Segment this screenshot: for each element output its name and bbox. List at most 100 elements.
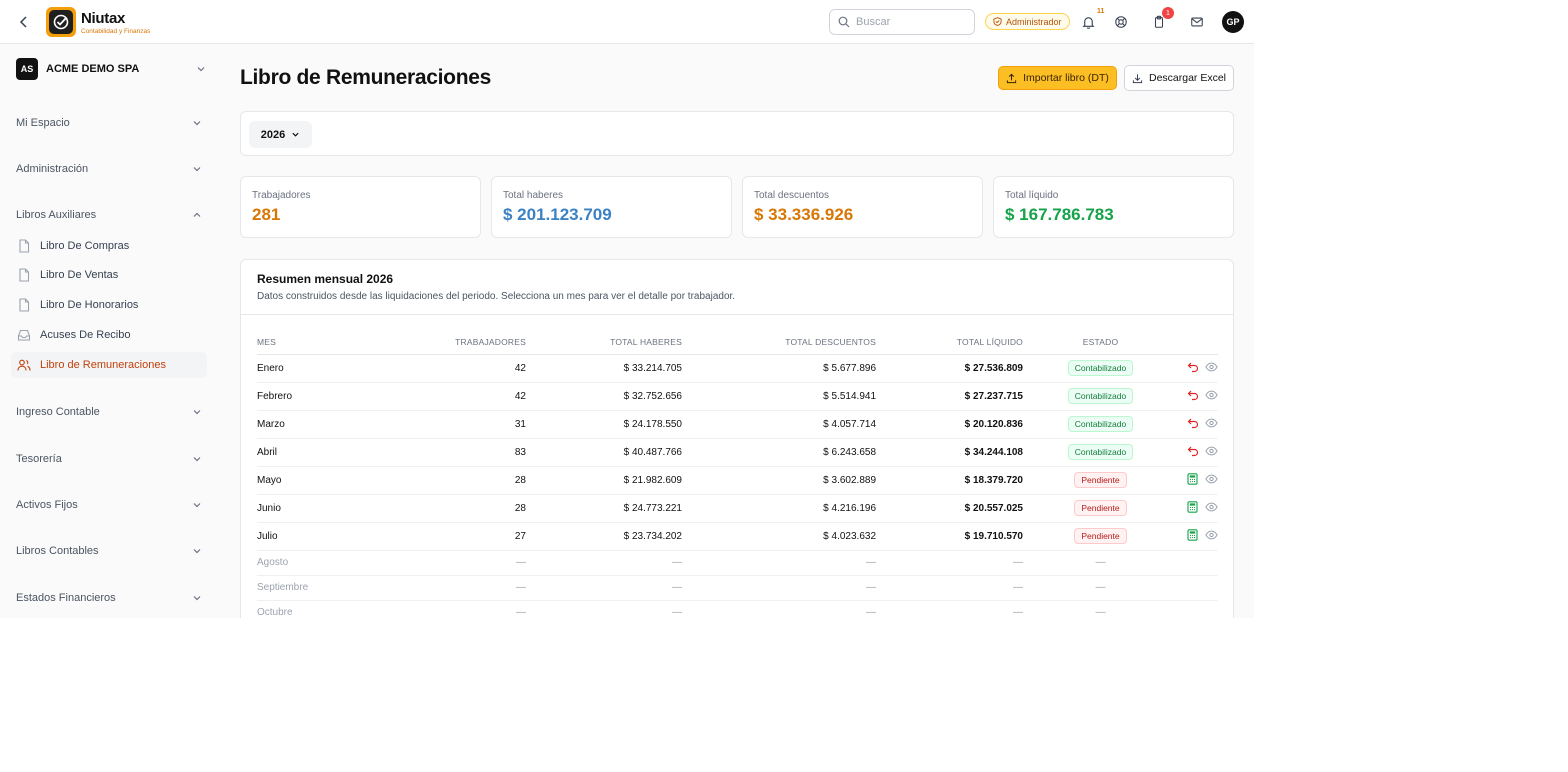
cell-empty: — xyxy=(682,600,876,618)
sidebar-item-libro-de-remuneraciones[interactable]: Libro de Remuneraciones xyxy=(11,352,207,378)
cell-trabajadores: 28 xyxy=(377,494,526,523)
cell-trabajadores: 31 xyxy=(377,410,526,439)
column-header-total-descuentos[interactable]: TOTAL DESCUENTOS xyxy=(682,330,876,355)
status-badge: Contabilizado xyxy=(1067,388,1134,404)
column-header-trabajadores[interactable]: TRABAJADORES xyxy=(377,330,526,355)
cell-total-liquido: $ 19.710.570 xyxy=(876,522,1023,551)
cell-total-haberes: $ 32.752.656 xyxy=(526,382,682,411)
column-header-mes[interactable]: MES xyxy=(257,330,377,355)
table-row[interactable]: Febrero 42 $ 32.752.656 $ 5.514.941 $ 27.237… xyxy=(257,382,1218,411)
eye-icon[interactable] xyxy=(1205,444,1218,457)
table-row-empty[interactable]: Agosto — — — — — xyxy=(257,550,1218,576)
user-avatar[interactable]: GP xyxy=(1222,11,1244,33)
nav-section-activos-fijos[interactable]: Activos Fijos xyxy=(16,495,202,515)
cell-empty: — xyxy=(377,600,526,618)
nav-section-label: Estados Financieros xyxy=(16,592,116,604)
table-row-empty[interactable]: Octubre — — — — — xyxy=(257,600,1218,618)
company-selector[interactable]: AS ACME DEMO SPA xyxy=(16,57,206,81)
column-header-total-haberes[interactable]: TOTAL HABERES xyxy=(526,330,682,355)
status-badge: Contabilizado xyxy=(1067,416,1134,432)
cell-actions xyxy=(1178,410,1218,439)
cell-empty: — xyxy=(526,550,682,576)
back-button[interactable] xyxy=(14,12,34,32)
chevron-left-icon xyxy=(19,16,27,28)
nav-section-administracion[interactable]: Administración xyxy=(16,159,202,179)
revert-icon[interactable] xyxy=(1186,388,1199,401)
table-row[interactable]: Julio 27 $ 23.734.202 $ 4.023.632 $ 19.710.5… xyxy=(257,522,1218,551)
cell-mes: Septiembre xyxy=(257,575,377,601)
table-row[interactable]: Abril 83 $ 40.487.766 $ 6.243.658 $ 34.244.1… xyxy=(257,438,1218,467)
cell-estado: Pendiente xyxy=(1023,466,1178,495)
nav-section-label: Mi Espacio xyxy=(16,117,70,129)
kpi-label: Total haberes xyxy=(503,190,564,201)
column-header-estado[interactable]: ESTADO xyxy=(1023,330,1178,355)
nav-section-label: Libros Auxiliares xyxy=(16,209,97,221)
summary-title: Resumen mensual 2026 xyxy=(257,272,394,286)
role-badge: Administrador xyxy=(985,13,1070,30)
cell-mes: Agosto xyxy=(257,550,377,576)
cell-empty: — xyxy=(876,600,1023,618)
year-select[interactable]: 2026 xyxy=(249,121,312,148)
download-excel-button[interactable]: Descargar Excel xyxy=(1124,65,1234,91)
nav-section-estados-financieros[interactable]: Estados Financieros xyxy=(16,588,202,608)
eye-icon[interactable] xyxy=(1205,416,1218,429)
eye-icon[interactable] xyxy=(1205,528,1218,541)
status-badge: Pendiente xyxy=(1074,500,1127,516)
cell-total-descuentos: $ 6.243.658 xyxy=(682,438,876,467)
search-input[interactable] xyxy=(856,16,966,28)
notifications-button[interactable] xyxy=(1078,12,1098,32)
cell-trabajadores: 42 xyxy=(377,354,526,383)
revert-icon[interactable] xyxy=(1186,444,1199,457)
eye-icon[interactable] xyxy=(1205,500,1218,513)
status-badge: Pendiente xyxy=(1074,472,1127,488)
brand-logo[interactable] xyxy=(46,7,76,37)
nav-section-label: Ingreso Contable xyxy=(16,406,100,418)
kpi-value: $ 201.123.709 xyxy=(503,205,612,224)
cell-actions xyxy=(1178,494,1218,523)
cell-estado: Pendiente xyxy=(1023,522,1178,551)
cell-actions xyxy=(1178,600,1218,618)
cell-empty: — xyxy=(1023,550,1178,576)
nav-section-libros-auxiliares[interactable]: Libros Auxiliares xyxy=(16,205,202,225)
nav-section-libros-contables[interactable]: Libros Contables xyxy=(16,541,202,561)
chevron-down-icon xyxy=(193,167,201,172)
revert-icon[interactable] xyxy=(1186,360,1199,373)
sidebar-item-libro-de-ventas[interactable]: Libro De Ventas xyxy=(11,262,207,288)
import-book-button[interactable]: Importar libro (DT) xyxy=(998,66,1117,90)
download-excel-label: Descargar Excel xyxy=(1148,72,1227,84)
sidebar-item-label: Acuses De Recibo xyxy=(40,329,131,341)
calculator-icon[interactable] xyxy=(1186,500,1199,513)
cell-empty: — xyxy=(682,575,876,601)
eye-icon[interactable] xyxy=(1205,388,1218,401)
messages-button[interactable] xyxy=(1187,12,1207,32)
table-row[interactable]: Junio 28 $ 24.773.221 $ 4.216.196 $ 20.557.0… xyxy=(257,494,1218,523)
search-box[interactable] xyxy=(829,9,975,35)
eye-icon[interactable] xyxy=(1205,472,1218,485)
kpi-value: 281 xyxy=(252,205,281,224)
kpi-value: $ 167.786.783 xyxy=(1005,205,1114,224)
nav-section-ingreso-contable[interactable]: Ingreso Contable xyxy=(16,402,202,422)
tasks-count: 1 xyxy=(1162,7,1174,19)
eye-icon[interactable] xyxy=(1205,360,1218,373)
sidebar-item-libro-de-compras[interactable]: Libro De Compras xyxy=(11,233,207,259)
nav-section-tesoreria[interactable]: Tesorería xyxy=(16,449,202,469)
page-title: Libro de Remuneraciones xyxy=(240,66,491,89)
table-row[interactable]: Marzo 31 $ 24.178.550 $ 4.057.714 $ 20.120.8… xyxy=(257,410,1218,439)
revert-icon[interactable] xyxy=(1186,416,1199,429)
sidebar-item-acuses-de-recibo[interactable]: Acuses De Recibo xyxy=(11,322,207,348)
table-row[interactable]: Enero 42 $ 33.214.705 $ 5.677.896 $ 27.536.8… xyxy=(257,354,1218,383)
table-body: Enero 42 $ 33.214.705 $ 5.677.896 $ 27.536.8… xyxy=(257,354,1218,618)
kpi-label: Total líquido xyxy=(1005,190,1059,201)
nav-section-mi-espacio[interactable]: Mi Espacio xyxy=(16,113,202,133)
calculator-icon[interactable] xyxy=(1186,528,1199,541)
cell-mes: Enero xyxy=(257,354,377,383)
cell-mes: Julio xyxy=(257,522,377,551)
cell-empty: — xyxy=(526,575,682,601)
table-row-empty[interactable]: Septiembre — — — — — xyxy=(257,575,1218,601)
table-row[interactable]: Mayo 28 $ 21.982.609 $ 3.602.889 $ 18.379.72… xyxy=(257,466,1218,495)
calculator-icon[interactable] xyxy=(1186,472,1199,485)
sidebar-item-libro-de-honorarios[interactable]: Libro De Honorarios xyxy=(11,292,207,318)
column-header-total-liquido[interactable]: TOTAL LÍQUIDO xyxy=(876,330,1023,355)
help-button[interactable] xyxy=(1111,12,1131,32)
company-name: ACME DEMO SPA xyxy=(46,63,140,75)
